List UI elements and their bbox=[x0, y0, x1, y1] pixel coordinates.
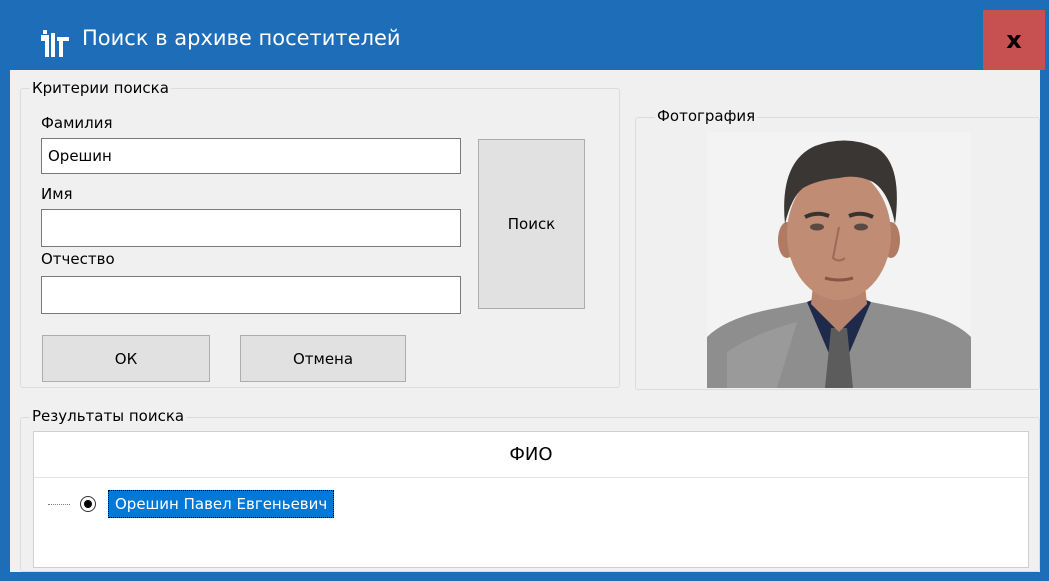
tree-connector-line bbox=[48, 503, 70, 505]
close-button[interactable]: x bbox=[983, 10, 1045, 70]
patronymic-field[interactable] bbox=[41, 276, 461, 314]
criteria-group-label: Критерии поиска bbox=[30, 79, 171, 97]
cancel-button[interactable]: Отмена bbox=[240, 335, 406, 382]
photo-group-label: Фотография bbox=[655, 107, 758, 125]
radio-selected-icon[interactable] bbox=[80, 496, 96, 512]
result-item-label[interactable]: Орешин Павел Евгеньевич bbox=[108, 490, 335, 518]
results-tree[interactable]: ФИО Орешин Павел Евгеньевич bbox=[33, 431, 1029, 568]
title-bar[interactable]: Поиск в архиве посетителей x bbox=[0, 0, 1049, 70]
patronymic-label: Отчество bbox=[41, 250, 115, 268]
visitor-portrait-image bbox=[707, 132, 971, 388]
radio-dot bbox=[84, 500, 92, 508]
tree-row[interactable]: Орешин Павел Евгеньевич bbox=[48, 490, 335, 518]
app-logo-icon bbox=[38, 27, 72, 61]
first-name-label: Имя bbox=[41, 185, 73, 203]
ok-button[interactable]: ОК bbox=[42, 335, 210, 382]
last-name-label: Фамилия bbox=[41, 114, 113, 132]
dialog-content: Критерии поиска Фамилия Орешин Имя Отчес… bbox=[10, 70, 1040, 572]
dialog-window: Поиск в архиве посетителей x Критерии по… bbox=[0, 0, 1049, 581]
window-title: Поиск в архиве посетителей bbox=[82, 26, 401, 50]
results-group-label: Результаты поиска bbox=[30, 407, 187, 425]
search-button[interactable]: Поиск bbox=[478, 139, 585, 309]
last-name-field[interactable]: Орешин bbox=[41, 138, 461, 174]
column-header-fio[interactable]: ФИО bbox=[34, 432, 1028, 478]
visitor-photo bbox=[707, 132, 971, 388]
first-name-field[interactable] bbox=[41, 209, 461, 247]
